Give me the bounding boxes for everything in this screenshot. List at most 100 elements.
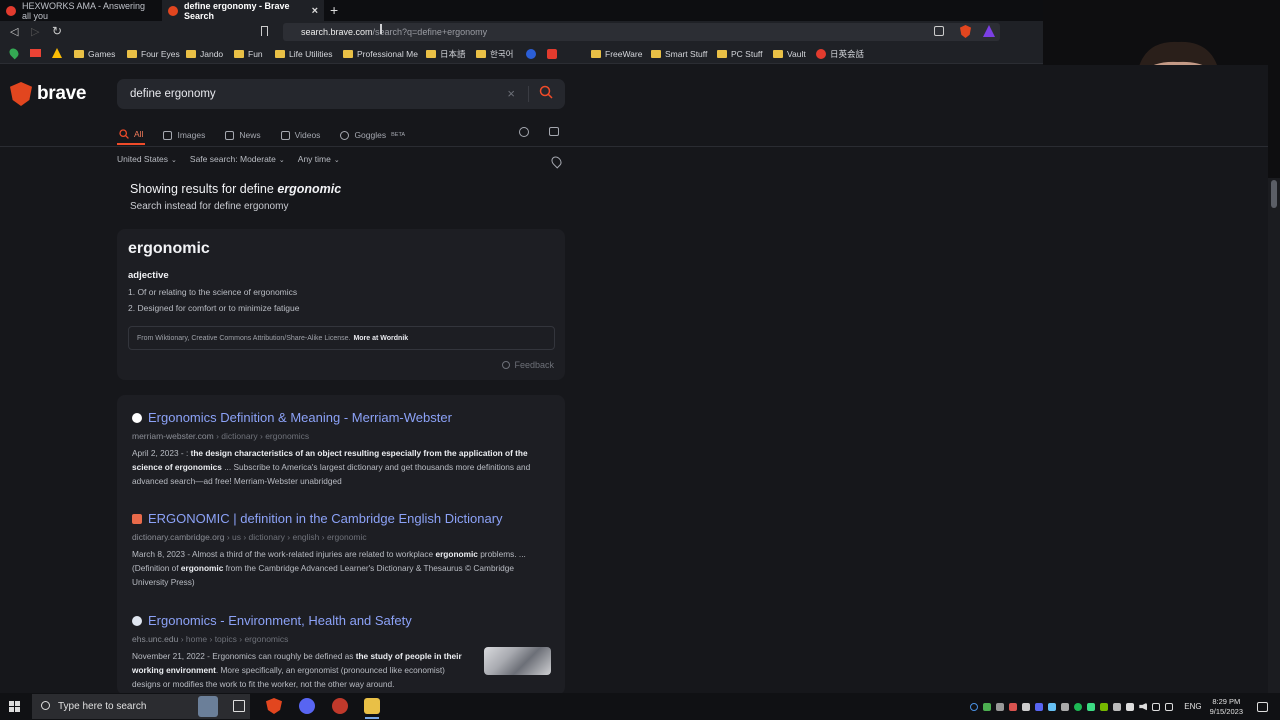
result-snippet: March 8, 2023 - Almost a third of the wo… (132, 547, 552, 589)
original-query-link[interactable]: define ergonomy (214, 201, 289, 212)
brave-logo[interactable]: brave (10, 82, 87, 106)
corrected-term[interactable]: ergonomic (277, 182, 341, 196)
gmail-icon[interactable] (30, 49, 41, 57)
tray-app-icon[interactable] (996, 702, 1005, 711)
clock[interactable]: 8:29 PM 9/15/2023 (1210, 697, 1243, 717)
instead-prefix: Search instead for (130, 201, 212, 212)
scrollbar-thumb[interactable] (1271, 180, 1277, 208)
tray-app-icon[interactable] (1009, 702, 1018, 711)
discord-taskbar-icon[interactable] (299, 698, 315, 714)
tab-all[interactable]: All (117, 125, 146, 145)
volume-icon[interactable] (1139, 702, 1148, 711)
back-icon[interactable]: ◁ (10, 25, 18, 38)
tab-images[interactable]: Images (161, 125, 207, 145)
result-url[interactable]: ehs.unc.edu › home › topics › ergonomics (132, 634, 552, 644)
pen-icon[interactable] (1152, 702, 1161, 711)
bookmark-fun[interactable]: Fun (234, 43, 263, 64)
feedback-icon[interactable] (549, 127, 559, 136)
wordnik-link[interactable]: More at Wordnik (353, 335, 408, 342)
bookmark-smart-stuff[interactable]: Smart Stuff (651, 43, 707, 64)
steam-tray-icon[interactable] (1048, 702, 1057, 711)
bookmark-label: Life Utilities (289, 48, 333, 59)
bookmark-icon[interactable] (261, 26, 268, 36)
tray-app-icon[interactable] (1113, 702, 1122, 711)
folder-icon (476, 49, 486, 58)
bookmark-jando[interactable]: Jando (186, 43, 223, 64)
search-icon (119, 129, 129, 139)
bookmark-pc-stuff[interactable]: PC Stuff (717, 43, 763, 64)
reload-icon[interactable]: ↻ (52, 24, 62, 38)
tray-app-icon[interactable] (1061, 702, 1070, 711)
result-url[interactable]: merriam-webster.com › dictionary › ergon… (132, 431, 552, 441)
bookmark-t-site[interactable] (547, 43, 557, 64)
address-bar[interactable]: search.brave.com/search?q=define+ergonom… (283, 23, 1000, 41)
bookmark-korean[interactable]: 한국어 (476, 43, 513, 64)
file-explorer-taskbar-icon[interactable] (364, 698, 380, 719)
tray-app-icon[interactable] (983, 702, 992, 711)
clock-date: 9/15/2023 (1209, 706, 1243, 716)
clear-search-icon[interactable]: × (507, 86, 515, 101)
result-thumbnail[interactable] (484, 647, 551, 675)
maps-icon[interactable] (7, 46, 21, 60)
tab-news[interactable]: News (223, 125, 262, 145)
info-icon[interactable] (519, 127, 529, 137)
bookmark-four-eyes[interactable]: Four Eyes (127, 43, 180, 64)
cortana-icon[interactable] (970, 702, 979, 711)
network-icon[interactable] (1126, 702, 1135, 711)
result-title-text: Ergonomics Definition & Meaning - Merria… (148, 410, 452, 425)
discord-tray-icon[interactable] (1035, 702, 1044, 711)
tab-goggles[interactable]: Goggles BETA (338, 125, 407, 145)
bookmark-d-site[interactable] (526, 43, 536, 64)
result-title[interactable]: Ergonomics - Environment, Health and Saf… (132, 613, 552, 628)
taskbar-search-input[interactable]: Type here to search (32, 694, 250, 719)
bookmark-professional-me[interactable]: Professional Me (343, 43, 418, 64)
notifications-icon[interactable] (1257, 701, 1268, 712)
bookmark-freeware[interactable]: FreeWare (591, 43, 642, 64)
search-instead: Search instead for define ergonomy (130, 201, 288, 212)
cambridge-favicon-icon (132, 513, 142, 524)
tray-app-icon[interactable] (1087, 702, 1096, 711)
page-scrollbar[interactable] (1268, 178, 1280, 693)
bookmark-life-utilities[interactable]: Life Utilities (275, 43, 332, 64)
result-title[interactable]: ERGONOMIC | definition in the Cambridge … (132, 511, 552, 526)
result-url[interactable]: dictionary.cambridge.org › us › dictiona… (132, 532, 552, 542)
bookmark-japanese-english[interactable]: 日英会話 (816, 43, 864, 64)
keyboard-icon[interactable] (1165, 702, 1174, 711)
result-title[interactable]: Ergonomics Definition & Meaning - Merria… (132, 410, 552, 425)
safe-search-filter[interactable]: Safe search: Moderate ⌄ (190, 154, 285, 164)
bookmark-games[interactable]: Games (74, 43, 115, 64)
time-filter[interactable]: Any time ⌄ (298, 154, 340, 164)
tab-videos[interactable]: Videos (279, 125, 323, 145)
filter-label: Any time (297, 154, 331, 164)
forward-icon[interactable]: ▷ (31, 25, 39, 38)
new-tab-button[interactable]: + (330, 2, 338, 18)
folder-icon (651, 49, 661, 58)
result-item: Ergonomics - Environment, Health and Saf… (132, 613, 552, 691)
obs-taskbar-icon[interactable] (332, 698, 348, 714)
bookmark-vault[interactable]: Vault (773, 43, 806, 64)
windows-start-icon[interactable] (9, 701, 20, 712)
bookmark-label: 日本語 (440, 48, 466, 59)
brave-taskbar-icon[interactable] (266, 698, 282, 714)
share-icon[interactable] (934, 26, 944, 36)
result-item: ERGONOMIC | definition in the Cambridge … (132, 511, 552, 589)
nvidia-tray-icon[interactable] (1100, 702, 1109, 711)
country-filter[interactable]: United States ⌄ (117, 154, 177, 164)
language-indicator[interactable]: ENG (1184, 702, 1201, 711)
drive-icon[interactable] (52, 48, 62, 58)
bookmark-japanese[interactable]: 日本語 (426, 43, 466, 64)
task-view-icon[interactable] (233, 700, 245, 712)
location-icon[interactable] (549, 154, 564, 169)
tab-brave-search[interactable]: define ergonomy - Brave Search × (162, 0, 324, 21)
folder-icon (234, 49, 244, 58)
close-tab-icon[interactable]: × (312, 5, 318, 17)
feedback-button[interactable]: Feedback (502, 360, 554, 370)
tab-hexworks[interactable]: HEXWORKS AMA - Answering all you (0, 0, 160, 21)
tray-app-icon[interactable] (1022, 702, 1031, 711)
bookmark-label: PC Stuff (731, 48, 763, 59)
search-input[interactable]: define ergonomy × (117, 79, 565, 109)
definition-sense: 2. Designed for comfort or to minimize f… (128, 303, 300, 313)
spotify-tray-icon[interactable] (1074, 702, 1083, 711)
search-icon[interactable] (539, 85, 553, 99)
results-card: Ergonomics Definition & Meaning - Merria… (117, 395, 565, 693)
